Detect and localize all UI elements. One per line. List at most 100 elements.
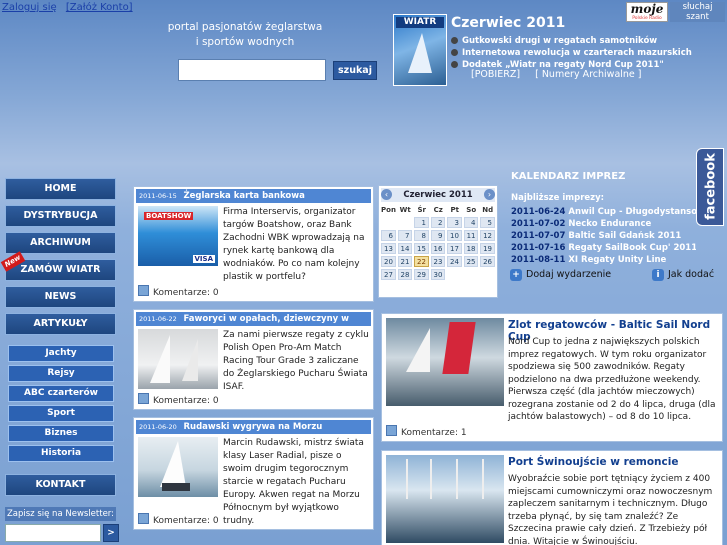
submenu-business[interactable]: Biznes — [8, 425, 114, 442]
menu-articles[interactable]: ARTYKUŁY — [5, 313, 116, 335]
calendar-day[interactable]: 10 — [447, 230, 462, 241]
news-comments-link[interactable]: Komentarze: 0 — [138, 393, 219, 406]
feature-thumbnail[interactable] — [386, 318, 504, 406]
magazine-cover[interactable]: WIATR — [393, 14, 447, 86]
event-name[interactable]: Necko Endurance — [568, 219, 651, 229]
how-to-add-link[interactable]: i Jak dodać — [652, 269, 714, 281]
event-item[interactable]: 2011-07-02 Necko Endurance — [511, 219, 696, 229]
download-link[interactable]: [POBIERZ] — [471, 69, 520, 80]
calendar-day[interactable]: 24 — [447, 256, 462, 267]
news-body: Firma Interservis, organizator targów Bo… — [223, 207, 365, 282]
register-link[interactable]: [Załóż Konto] — [66, 2, 133, 13]
calendar-day[interactable]: 5 — [480, 217, 495, 228]
news-card-header[interactable]: 2011-06-15 Żeglarska karta bankowa — [136, 189, 371, 203]
event-date: 2011-07-02 — [511, 219, 566, 229]
calendar-day[interactable]: 27 — [381, 269, 396, 280]
magazine-brand: WIATR — [396, 17, 444, 28]
event-name[interactable]: Anwil Cup - Długodystansowe Mi — [568, 207, 696, 217]
menu-home[interactable]: HOME — [5, 178, 116, 200]
tagline-line-2: i sportów wodnych — [195, 36, 295, 48]
news-comments-link[interactable]: Komentarze: 0 — [138, 513, 219, 526]
news-thumbnail[interactable]: BOATSHOW VISA — [138, 206, 218, 266]
menu-contact[interactable]: KONTAKT — [5, 474, 116, 496]
magazine-headline[interactable]: Internetowa rewolucja w czarterach mazur… — [451, 48, 692, 58]
sail-image — [442, 322, 476, 374]
listen-shanties-button[interactable]: słuchaj szant — [670, 2, 725, 22]
submenu-cruises[interactable]: Rejsy — [8, 365, 114, 382]
calendar-next-icon[interactable]: › — [484, 189, 495, 200]
event-item[interactable]: 2011-08-11 XI Regaty Unity Line — [511, 255, 696, 265]
news-comments-link[interactable]: Komentarze: 0 — [138, 285, 219, 298]
news-card-header[interactable]: 2011-06-22 Faworyci w opałach, dziewczyn… — [136, 312, 371, 338]
search-button[interactable]: szukaj — [333, 61, 377, 80]
calendar-day[interactable]: 19 — [480, 243, 495, 254]
add-event-link[interactable]: + Dodaj wydarzenie — [510, 269, 611, 281]
login-bar: Zaloguj się [Załóż Konto] — [2, 2, 139, 13]
newsletter-label: Zapisz się na Newsletter: — [5, 507, 116, 521]
calendar-day[interactable]: 4 — [463, 217, 479, 228]
calendar-day[interactable]: 22 — [414, 256, 429, 267]
calendar-day[interactable]: 16 — [430, 243, 446, 254]
menu-news[interactable]: NEWS — [5, 286, 116, 308]
calendar-day[interactable]: 17 — [447, 243, 462, 254]
calendar-day[interactable]: 21 — [397, 256, 413, 267]
newsletter-submit-button[interactable]: > — [103, 524, 119, 542]
calendar-day[interactable]: 3 — [447, 217, 462, 228]
listen-line-2: szant — [686, 12, 709, 22]
calendar-day[interactable]: 25 — [463, 256, 479, 267]
feature-title[interactable]: Port Świnoujście w remoncie — [508, 456, 678, 468]
calendar-day[interactable]: 6 — [381, 230, 396, 241]
calendar-prev-icon[interactable]: ‹ — [381, 189, 392, 200]
menu-archive[interactable]: ARCHIWUM — [5, 232, 116, 254]
event-name[interactable]: XI Regaty Unity Line — [568, 255, 666, 265]
calendar-day[interactable]: 1 — [414, 217, 429, 228]
feature-comments-link[interactable]: Komentarze: 1 — [386, 425, 467, 438]
news-thumbnail[interactable] — [138, 329, 218, 389]
calendar-day[interactable]: 7 — [397, 230, 413, 241]
radio-logo[interactable]: moje Polskie Radio — [626, 2, 668, 22]
tagline-line-1: portal pasjonatów żeglarstwa — [167, 21, 323, 33]
archive-link[interactable]: [ Numery Archiwalne ] — [535, 69, 641, 80]
event-name[interactable]: Baltic Sail Gdańsk 2011 — [568, 231, 681, 241]
news-date: 2011-06-22 — [139, 315, 177, 323]
search-input[interactable] — [178, 59, 326, 81]
calendar-day[interactable]: 12 — [480, 230, 495, 241]
calendar-day[interactable]: 18 — [463, 243, 479, 254]
news-title[interactable]: Żeglarska karta bankowa — [183, 191, 304, 201]
submenu-yachts[interactable]: Jachty — [8, 345, 114, 362]
calendar-day[interactable]: 14 — [397, 243, 413, 254]
calendar-day[interactable]: 29 — [414, 269, 429, 280]
event-item[interactable]: 2011-06-24Anwil Cup - Długodystansowe Mi — [511, 207, 696, 217]
event-date: 2011-08-11 — [511, 255, 566, 265]
news-card-header[interactable]: 2011-06-20 Rudawski wygrywa na Morzu Pół… — [136, 420, 371, 446]
menu-distribution[interactable]: DYSTRYBUCJA — [5, 205, 116, 227]
event-item[interactable]: 2011-07-07 Baltic Sail Gdańsk 2011 — [511, 231, 696, 241]
news-card: 2011-06-20 Rudawski wygrywa na Morzu Pół… — [133, 417, 374, 530]
calendar-day[interactable]: 9 — [430, 230, 446, 241]
calendar-day[interactable]: 13 — [381, 243, 396, 254]
event-name[interactable]: Regaty SailBook Cup' 2011 — [568, 243, 696, 253]
calendar-day[interactable]: 20 — [381, 256, 396, 267]
event-item[interactable]: 2011-07-16 Regaty SailBook Cup' 2011 — [511, 243, 696, 253]
submenu-charter-abc[interactable]: ABC czarterów — [8, 385, 114, 402]
calendar-day[interactable]: 23 — [430, 256, 446, 267]
news-thumbnail[interactable] — [138, 437, 218, 497]
feature-thumbnail[interactable] — [386, 455, 504, 543]
login-link[interactable]: Zaloguj się — [2, 2, 57, 13]
calendar-day[interactable]: 11 — [463, 230, 479, 241]
magazine-headline[interactable]: Gutkowski drugi w regatach samotników — [451, 36, 657, 46]
listen-line-1: słuchaj — [682, 2, 713, 12]
calendar-day[interactable]: 8 — [414, 230, 429, 241]
calendar-weekday: Nd — [482, 206, 494, 214]
calendar-empty-cell — [381, 217, 396, 228]
facebook-tab[interactable]: facebook — [696, 148, 724, 226]
submenu-history[interactable]: Historia — [8, 445, 114, 462]
submenu-sport[interactable]: Sport — [8, 405, 114, 422]
calendar-day[interactable]: 15 — [414, 243, 429, 254]
calendar-day[interactable]: 2 — [430, 217, 446, 228]
calendar-day[interactable]: 26 — [480, 256, 495, 267]
calendar-month: Czerwiec 2011 — [381, 188, 495, 202]
calendar-day[interactable]: 30 — [430, 269, 446, 280]
calendar-day[interactable]: 28 — [397, 269, 413, 280]
newsletter-email-input[interactable] — [5, 524, 101, 542]
